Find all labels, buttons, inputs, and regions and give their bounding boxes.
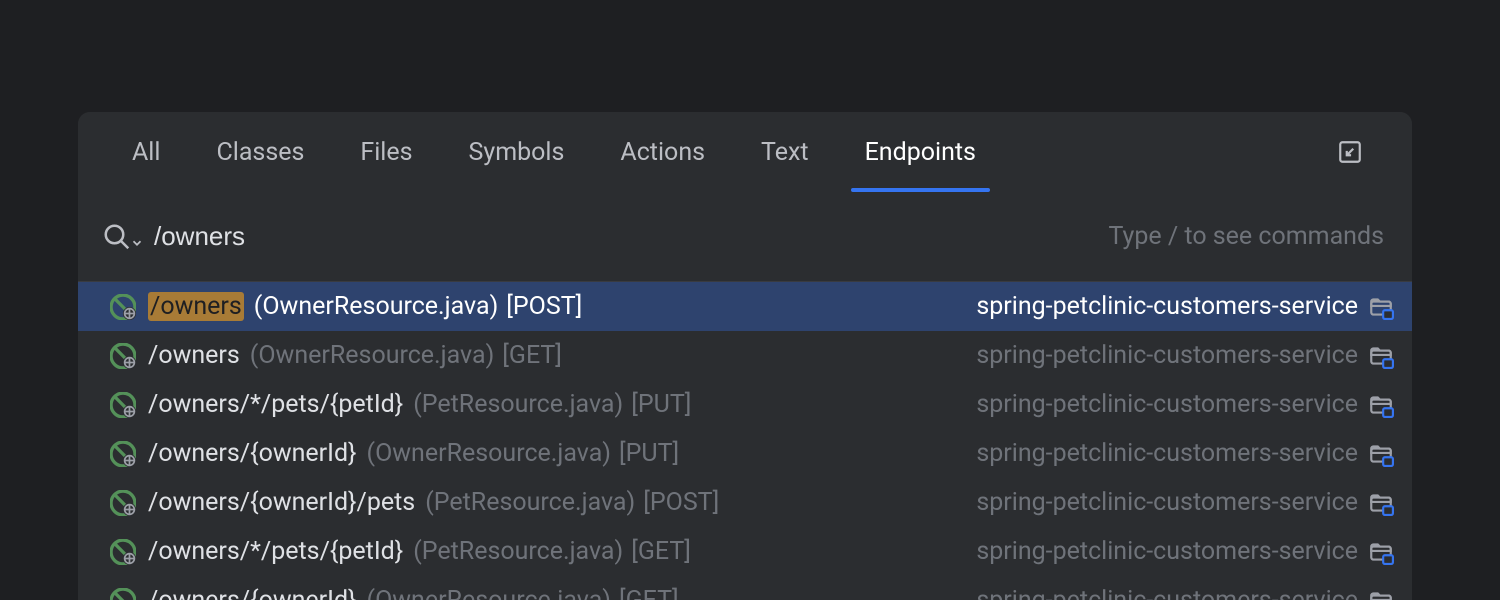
result-file: (PetResource.java) bbox=[413, 537, 623, 566]
tab-endpoints[interactable]: Endpoints bbox=[851, 112, 990, 192]
endpoint-icon bbox=[110, 490, 136, 516]
module-icon bbox=[1368, 490, 1394, 516]
module-icon bbox=[1368, 441, 1394, 467]
module-icon bbox=[1368, 539, 1394, 565]
result-module: spring-petclinic-customers-service bbox=[976, 341, 1358, 370]
result-module: spring-petclinic-customers-service bbox=[976, 488, 1358, 517]
match-highlight: /owners bbox=[148, 292, 244, 321]
tab-all[interactable]: All bbox=[118, 112, 174, 192]
search-input[interactable] bbox=[154, 221, 1109, 252]
result-method: [POST] bbox=[643, 488, 719, 517]
result-path: /owners/*/pets/{petId} bbox=[148, 390, 403, 419]
result-row[interactable]: /owners (OwnerResource.java) [POST] spring-… bbox=[78, 282, 1412, 331]
result-file: (OwnerResource.java) bbox=[254, 292, 498, 321]
result-path: /owners/{ownerId} bbox=[148, 439, 357, 468]
result-row[interactable]: /owners/{ownerId}/pets (PetResource.java)… bbox=[78, 478, 1412, 527]
tab-classes[interactable]: Classes bbox=[202, 112, 318, 192]
endpoint-icon bbox=[110, 294, 136, 320]
result-row[interactable]: /owners/{ownerId} (OwnerResource.java) [GE… bbox=[78, 576, 1412, 600]
result-path: /owners bbox=[148, 341, 240, 370]
module-icon bbox=[1368, 343, 1394, 369]
endpoint-icon bbox=[110, 588, 136, 600]
chevron-down-icon bbox=[130, 236, 144, 250]
result-file: (PetResource.java) bbox=[425, 488, 635, 517]
search-everywhere-panel: All Classes Files Symbols Actions Text Endpoin… bbox=[78, 112, 1412, 600]
result-file: (OwnerResource.java) bbox=[367, 439, 611, 468]
result-row[interactable]: /owners/{ownerId} (OwnerResource.java) [PU… bbox=[78, 429, 1412, 478]
result-file: (OwnerResource.java) bbox=[367, 586, 611, 600]
endpoint-icon bbox=[110, 539, 136, 565]
expand-icon bbox=[1337, 139, 1363, 165]
search-hint: Type / to see commands bbox=[1109, 222, 1389, 251]
result-module: spring-petclinic-customers-service bbox=[976, 586, 1358, 600]
result-file: (OwnerResource.java) bbox=[250, 341, 494, 370]
result-path: /owners bbox=[148, 292, 244, 321]
endpoint-icon bbox=[110, 343, 136, 369]
tab-symbols[interactable]: Symbols bbox=[455, 112, 579, 192]
tab-actions[interactable]: Actions bbox=[606, 112, 719, 192]
result-method: [PUT] bbox=[631, 390, 691, 419]
popup-pin-button[interactable] bbox=[1330, 132, 1370, 172]
result-path: /owners/{ownerId} bbox=[148, 586, 357, 600]
result-module: spring-petclinic-customers-service bbox=[976, 292, 1358, 321]
result-method: [GET] bbox=[502, 341, 562, 370]
result-path: /owners/{ownerId}/pets bbox=[148, 488, 415, 517]
endpoint-icon bbox=[110, 441, 136, 467]
result-method: [PUT] bbox=[619, 439, 679, 468]
result-row[interactable]: /owners (OwnerResource.java) [GET] spring-p… bbox=[78, 331, 1412, 380]
result-method: [POST] bbox=[506, 292, 582, 321]
endpoint-icon bbox=[110, 392, 136, 418]
tab-bar: All Classes Files Symbols Actions Text Endpoin… bbox=[78, 112, 1412, 192]
result-file: (PetResource.java) bbox=[413, 390, 623, 419]
result-path: /owners/*/pets/{petId} bbox=[148, 537, 403, 566]
result-row[interactable]: /owners/*/pets/{petId} (PetResource.java)… bbox=[78, 380, 1412, 429]
results-list: /owners(OwnerResource.java)[POST]spring-… bbox=[78, 282, 1412, 600]
result-row[interactable]: /owners/*/pets/{petId} (PetResource.java)… bbox=[78, 527, 1412, 576]
result-module: spring-petclinic-customers-service bbox=[976, 390, 1358, 419]
module-icon bbox=[1368, 294, 1394, 320]
module-icon bbox=[1368, 588, 1394, 600]
result-module: spring-petclinic-customers-service bbox=[976, 439, 1358, 468]
result-method: [GET] bbox=[619, 586, 679, 600]
tab-files[interactable]: Files bbox=[346, 112, 426, 192]
result-method: [GET] bbox=[631, 537, 691, 566]
search-bar: Type / to see commands bbox=[78, 192, 1412, 282]
search-icon[interactable] bbox=[102, 222, 144, 252]
tab-text[interactable]: Text bbox=[747, 112, 823, 192]
module-icon bbox=[1368, 392, 1394, 418]
result-module: spring-petclinic-customers-service bbox=[976, 537, 1358, 566]
